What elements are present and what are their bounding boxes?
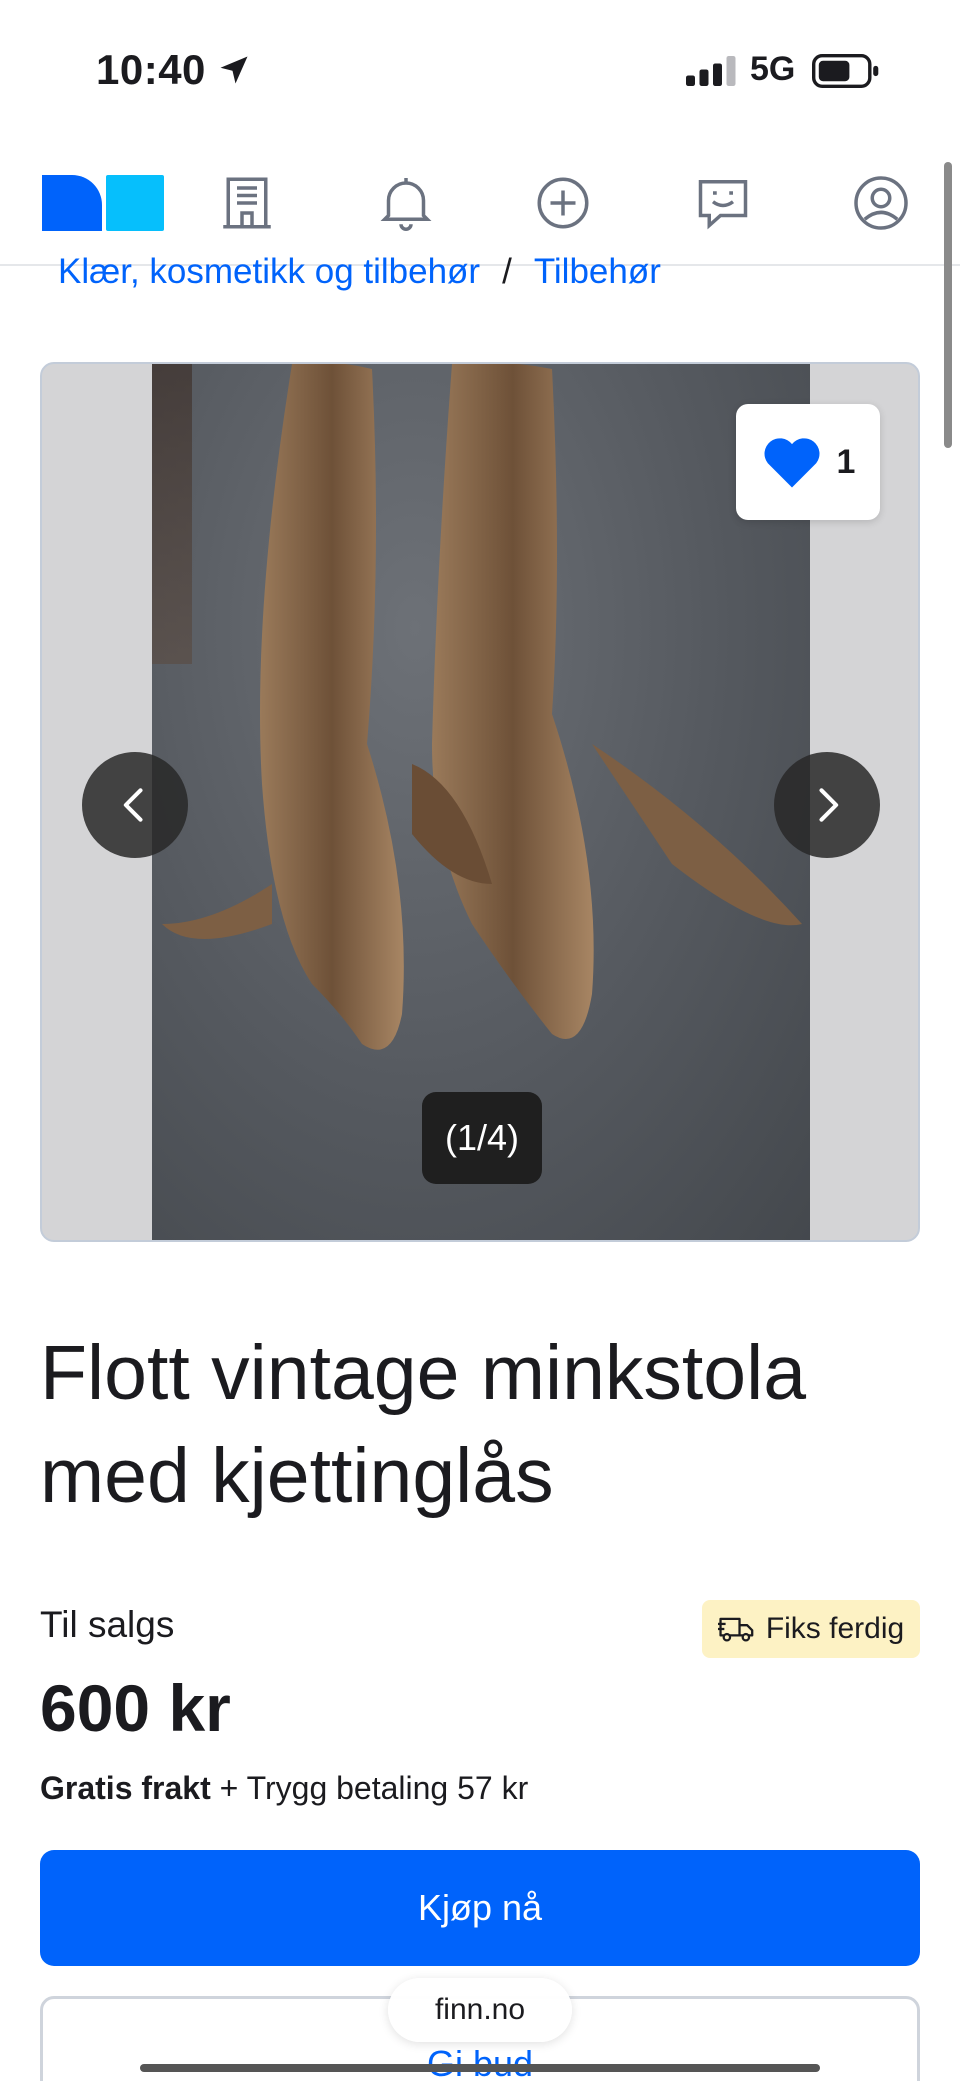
- sale-type: Til salgs: [40, 1604, 175, 1645]
- nav-profile[interactable]: [846, 168, 916, 238]
- listing-price: 600 kr: [40, 1671, 231, 1745]
- nav-new-ad[interactable]: [528, 168, 598, 238]
- home-indicator[interactable]: [140, 2064, 820, 2072]
- favorite-button[interactable]: 1: [736, 404, 880, 520]
- status-bar: 10:40 5G: [0, 0, 960, 130]
- plus-circle-icon: [537, 177, 589, 229]
- breadcrumb-separator: /: [502, 252, 512, 291]
- previous-image-button[interactable]: [82, 752, 188, 858]
- battery-icon: [812, 54, 879, 88]
- app-nav: [0, 150, 960, 266]
- browser-address-pill[interactable]: finn.no: [388, 1978, 572, 2042]
- chevron-left-icon: [123, 788, 143, 822]
- bell-icon: [380, 178, 432, 231]
- image-gallery: 1 (1/4): [40, 362, 920, 1242]
- network-type: 5G: [750, 50, 796, 88]
- finn-logo-icon: [42, 175, 164, 231]
- breadcrumb: Klær, kosmetikk og tilbehør / Tilbehør: [58, 252, 661, 292]
- truck-icon: [717, 1617, 754, 1642]
- building-icon: [223, 177, 271, 229]
- breadcrumb-parent[interactable]: Klær, kosmetikk og tilbehør: [58, 252, 480, 292]
- listing-title: Flott vintage minkstola med kjettinglås: [40, 1330, 807, 1519]
- signal-icon: [686, 56, 736, 86]
- nav-messages[interactable]: [688, 168, 758, 238]
- shipping-free: Gratis frakt: [40, 1770, 211, 1806]
- badge-label: Fiks ferdig: [765, 1612, 905, 1645]
- chat-icon: [698, 180, 748, 230]
- status-time: 10:40: [96, 46, 206, 93]
- favorite-count: 1: [836, 442, 856, 481]
- fiks-ferdig-badge: Fiks ferdig: [702, 1600, 920, 1658]
- image-counter: (1/4): [422, 1092, 542, 1184]
- nav-business[interactable]: [212, 168, 282, 238]
- browser-domain: finn.no: [434, 1993, 526, 2026]
- bid-label: Gi bud: [426, 2043, 534, 2081]
- profile-icon: [854, 176, 908, 230]
- buy-now-button[interactable]: Kjøp nå: [40, 1850, 920, 1966]
- shipping-info: Gratis frakt + Trygg betaling 57 kr: [40, 1770, 528, 1807]
- breadcrumb-current[interactable]: Tilbehør: [534, 252, 661, 292]
- heart-icon: [764, 438, 820, 488]
- chevron-right-icon: [819, 788, 839, 822]
- finn-logo[interactable]: [42, 168, 164, 238]
- location-arrow-icon: [220, 56, 248, 84]
- page-scrollbar[interactable]: [944, 162, 952, 448]
- next-image-button[interactable]: [774, 752, 880, 858]
- nav-notifications[interactable]: [371, 168, 441, 238]
- shipping-payment: + Trygg betaling 57 kr: [210, 1770, 529, 1806]
